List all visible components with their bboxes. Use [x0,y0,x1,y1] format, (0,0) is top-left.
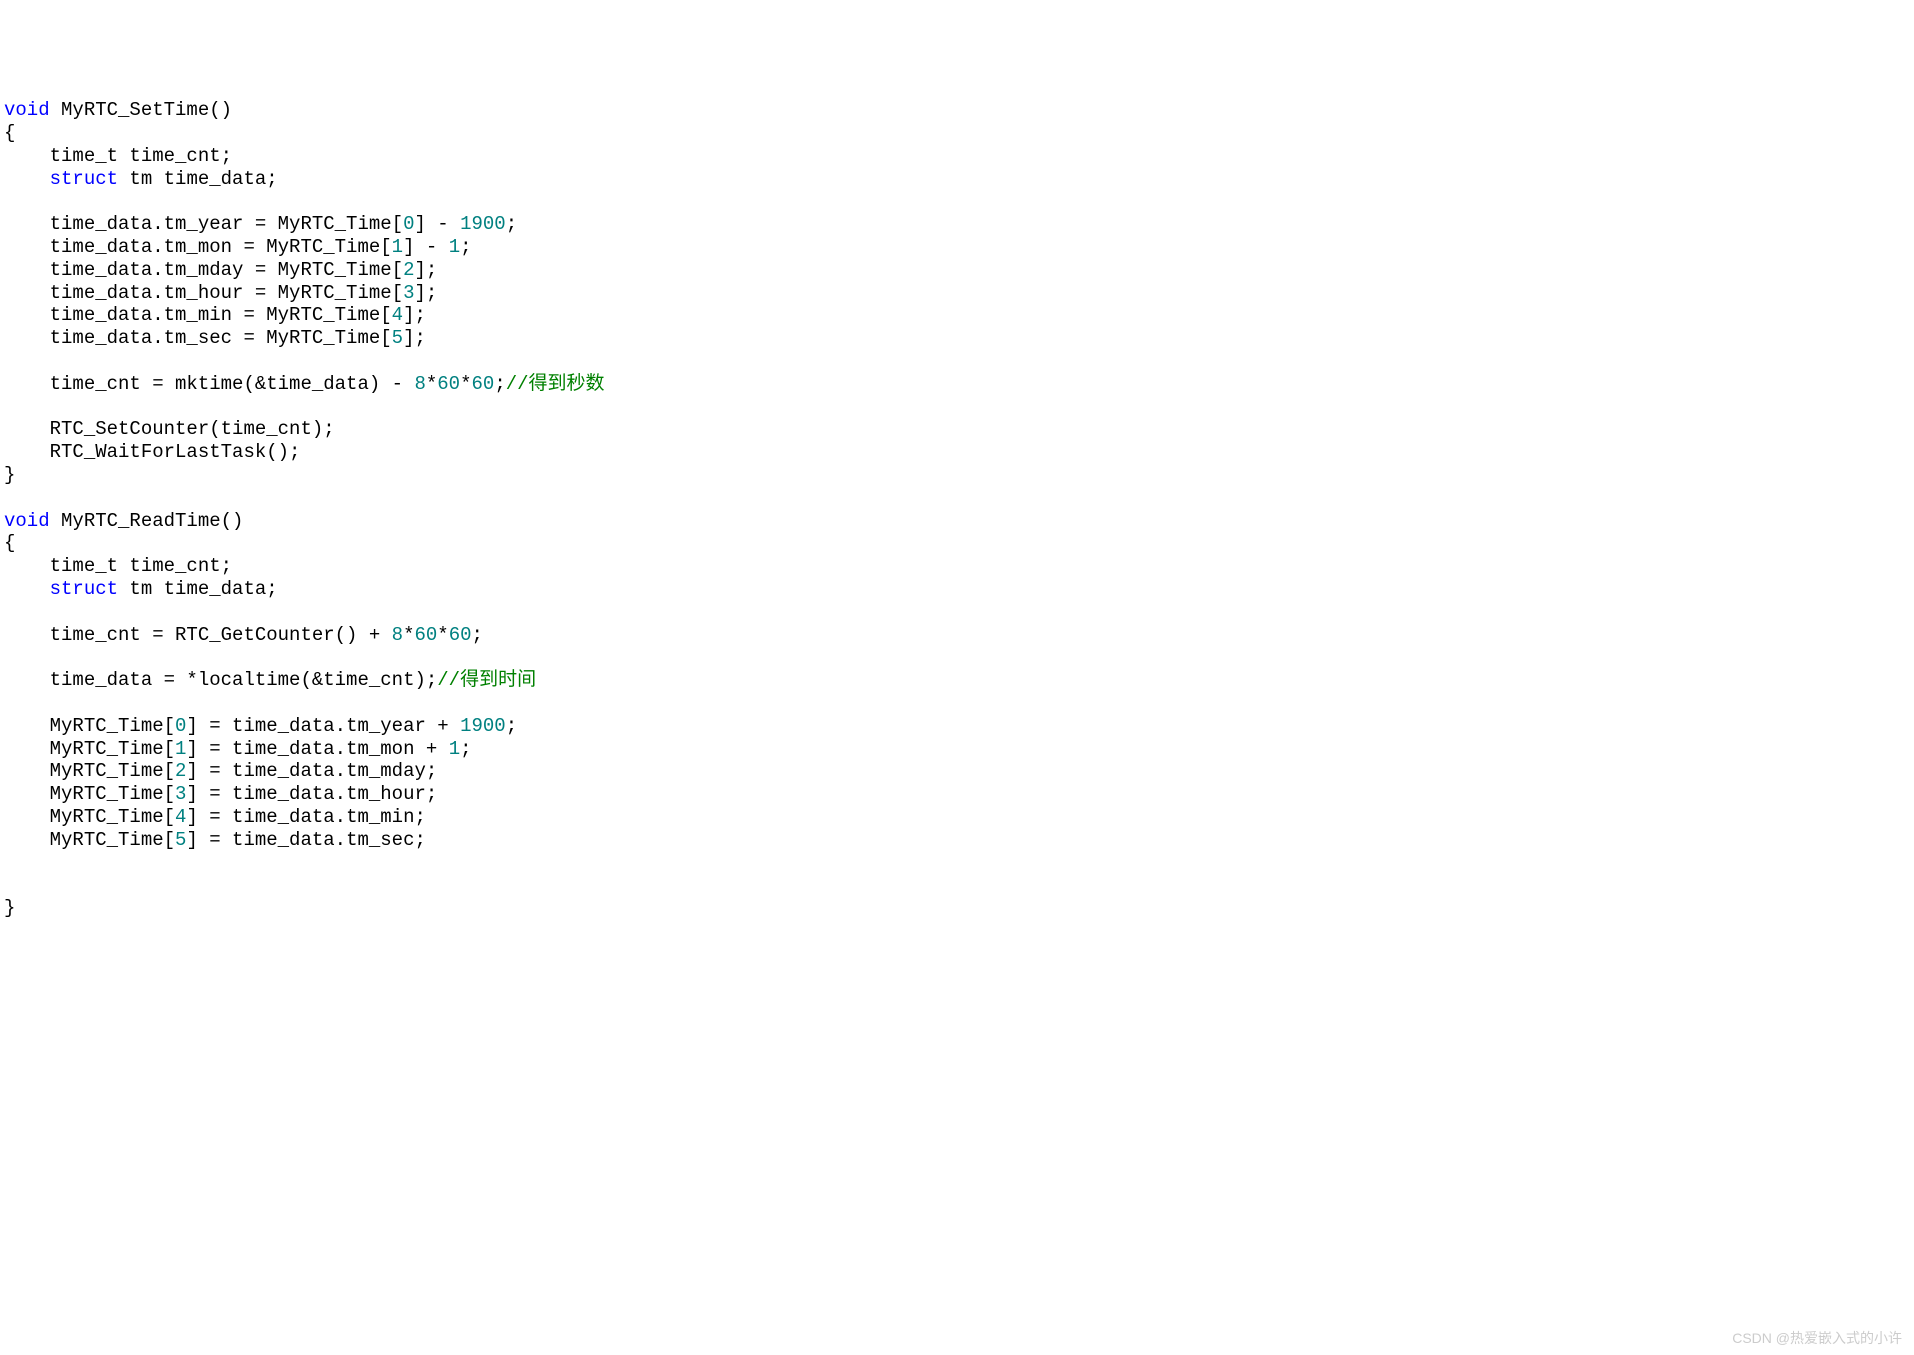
code-line: time_t time_cnt; [4,145,232,167]
code-line: void MyRTC_SetTime() [4,99,232,121]
code-line: } [4,464,15,486]
comment: //得到时间 [437,669,536,691]
code-line: MyRTC_Time[4] = time_data.tm_min; [4,806,426,828]
code-line: RTC_SetCounter(time_cnt); [4,418,335,440]
code-line: time_cnt = RTC_GetCounter() + 8*60*60; [4,624,483,646]
watermark: CSDN @热爱嵌入式的小许 [1732,1330,1902,1347]
code-line: MyRTC_Time[5] = time_data.tm_sec; [4,829,426,851]
code-line: MyRTC_Time[2] = time_data.tm_mday; [4,760,437,782]
code-line: time_data.tm_sec = MyRTC_Time[5]; [4,327,426,349]
code-line: { [4,532,15,554]
code-line: time_t time_cnt; [4,555,232,577]
keyword-void: void [4,99,50,121]
code-line: { [4,122,15,144]
code-line: time_data.tm_min = MyRTC_Time[4]; [4,304,426,326]
code-line: MyRTC_Time[3] = time_data.tm_hour; [4,783,437,805]
code-line: time_data.tm_mday = MyRTC_Time[2]; [4,259,437,281]
code-line: time_cnt = mktime(&time_data) - 8*60*60;… [4,373,605,395]
code-line: MyRTC_Time[0] = time_data.tm_year + 1900… [4,715,517,737]
code-line: } [4,897,15,919]
code-line: struct tm time_data; [4,578,278,600]
code-line: RTC_WaitForLastTask(); [4,441,300,463]
comment: //得到秒数 [506,373,605,395]
keyword-void: void [4,510,50,532]
code-line: time_data.tm_hour = MyRTC_Time[3]; [4,282,437,304]
code-line: void MyRTC_ReadTime() [4,510,243,532]
code-line: struct tm time_data; [4,168,278,190]
keyword-struct: struct [50,168,118,190]
code-line: MyRTC_Time[1] = time_data.tm_mon + 1; [4,738,472,760]
code-block: void MyRTC_SetTime() { time_t time_cnt; … [0,91,1914,928]
code-line: time_data.tm_mon = MyRTC_Time[1] - 1; [4,236,472,258]
code-line: time_data = *localtime(&time_cnt);//得到时间 [4,669,536,691]
code-line: time_data.tm_year = MyRTC_Time[0] - 1900… [4,213,517,235]
keyword-struct: struct [50,578,118,600]
